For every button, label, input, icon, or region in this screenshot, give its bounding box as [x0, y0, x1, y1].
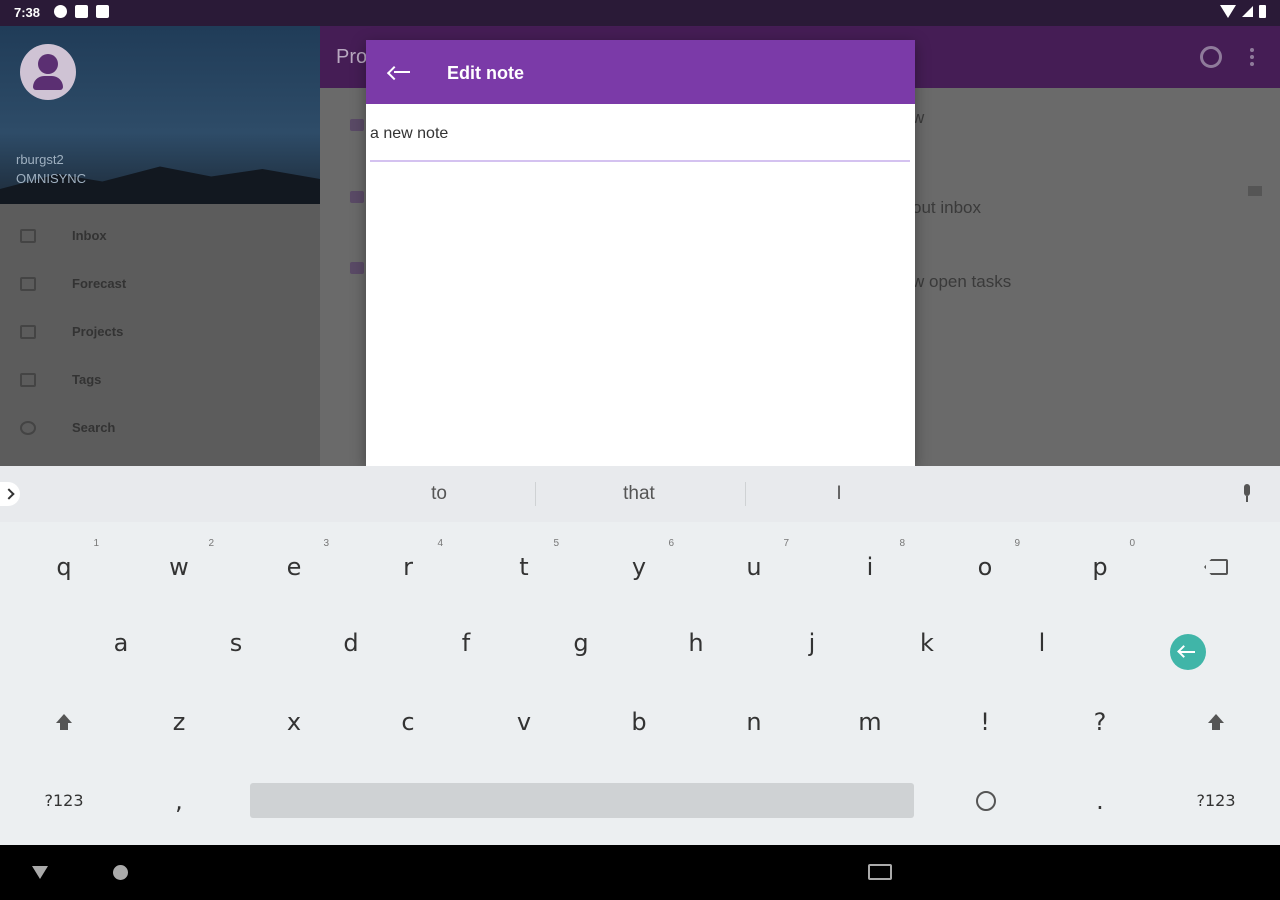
drawer-item-label: Search [72, 420, 116, 435]
cell-signal-icon [1242, 6, 1253, 17]
account-server: OMNISYNC [16, 171, 87, 186]
key-f[interactable]: f [411, 608, 521, 678]
folder-icon [350, 191, 364, 203]
nav-home-icon[interactable] [113, 865, 128, 880]
folder-icon [350, 119, 364, 131]
key-e[interactable]: e3 [239, 532, 349, 602]
key-i[interactable]: i8 [815, 532, 925, 602]
key-m[interactable]: m [815, 687, 925, 757]
shift-icon[interactable] [55, 714, 73, 732]
drawer-item-label: Projects [72, 324, 124, 339]
suggestion-item[interactable]: I [769, 483, 909, 505]
key-k[interactable]: k [872, 608, 982, 678]
dialog-title: Edit note [447, 63, 524, 83]
key-b[interactable]: b [584, 687, 694, 757]
settings-notification-icon [54, 5, 67, 18]
drawer-header: rburgst2 OMNISYNC [0, 26, 320, 204]
space-bar[interactable] [250, 783, 914, 818]
status-bar: 7:38 [0, 0, 1280, 26]
key-a[interactable]: a [66, 608, 176, 678]
keyboard-switch-icon[interactable] [868, 864, 892, 880]
key-x[interactable]: x [239, 687, 349, 757]
back-arrow-icon[interactable] [386, 64, 412, 81]
emoji-icon[interactable] [976, 791, 996, 811]
suggestion-item[interactable]: that [569, 483, 709, 505]
drawer-item-projects[interactable]: Projects [0, 309, 320, 357]
key-question[interactable]: ? [1045, 687, 1155, 757]
status-system-icons [1220, 5, 1266, 18]
nav-back-icon[interactable] [32, 866, 48, 879]
drawer-item-tags[interactable]: Tags [0, 357, 320, 405]
key-d[interactable]: d [296, 608, 406, 678]
project-row-title: w open tasks [912, 272, 1012, 291]
app-notification-icon [75, 5, 88, 18]
key-u[interactable]: u7 [699, 532, 809, 602]
search-icon [20, 421, 36, 435]
key-comma[interactable]: , [124, 766, 234, 836]
projects-icon [20, 325, 36, 339]
note-input[interactable] [370, 118, 910, 162]
project-row-title: out inbox [912, 198, 981, 217]
drawer-item-label: Inbox [72, 228, 107, 243]
key-s[interactable]: s [181, 608, 291, 678]
avatar-head [38, 54, 58, 74]
enter-key-icon[interactable] [1170, 634, 1206, 670]
key-r[interactable]: r4 [353, 532, 463, 602]
calendar-icon [20, 277, 36, 291]
suggestion-divider [535, 482, 536, 506]
sync-icon[interactable] [1200, 46, 1222, 68]
battery-icon [1259, 5, 1266, 18]
key-t[interactable]: t5 [469, 532, 579, 602]
note-icon [1248, 186, 1262, 196]
status-notification-icons [54, 5, 109, 18]
symbols-key[interactable]: ?123 [9, 766, 119, 836]
app-title: Pro [336, 46, 368, 68]
key-p[interactable]: p0 [1045, 532, 1155, 602]
drawer-item-inbox[interactable]: Inbox [0, 213, 320, 261]
drawer-item-label: Forecast [72, 276, 127, 291]
system-nav-bar [0, 845, 1280, 900]
overflow-menu-icon[interactable] [1250, 48, 1254, 66]
key-h[interactable]: h [641, 608, 751, 678]
soft-keyboard: to that I q1 w2 e3 r4 t5 y6 u7 i8 o9 p0 … [0, 466, 1280, 845]
key-z[interactable]: z [124, 687, 234, 757]
key-v[interactable]: v [469, 687, 579, 757]
wifi-icon [1220, 5, 1236, 18]
suggestion-strip: to that I [0, 466, 1280, 522]
microphone-icon[interactable] [1242, 484, 1252, 502]
navigation-drawer: rburgst2 OMNISYNC Inbox Forecast Project… [0, 26, 320, 466]
drawer-item-search[interactable]: Search [0, 405, 320, 453]
key-w[interactable]: w2 [124, 532, 234, 602]
symbols-key[interactable]: ?123 [1161, 766, 1271, 836]
key-y[interactable]: y6 [584, 532, 694, 602]
suggestion-item[interactable]: to [369, 483, 509, 505]
account-name: rburgst2 [16, 152, 64, 167]
key-n[interactable]: n [699, 687, 809, 757]
dialog-toolbar: Edit note [366, 40, 915, 104]
backspace-icon[interactable] [1204, 559, 1228, 575]
key-exclamation[interactable]: ! [930, 687, 1040, 757]
shift-icon[interactable] [1207, 714, 1225, 732]
key-o[interactable]: o9 [930, 532, 1040, 602]
drawer-item-forecast[interactable]: Forecast [0, 261, 320, 309]
key-period[interactable]: . [1045, 766, 1155, 836]
key-l[interactable]: l [987, 608, 1097, 678]
avatar-body [33, 76, 63, 90]
status-time: 7:38 [14, 5, 41, 20]
inbox-icon [20, 229, 36, 243]
edit-note-dialog: Edit note [366, 40, 915, 466]
key-q[interactable]: q1 [9, 532, 119, 602]
suggestion-divider [745, 482, 746, 506]
key-c[interactable]: c [353, 687, 463, 757]
key-g[interactable]: g [526, 608, 636, 678]
avatar[interactable] [20, 44, 76, 100]
tag-icon [20, 373, 36, 387]
expand-toolbar-icon[interactable] [0, 482, 20, 506]
list-icon [350, 262, 364, 274]
sd-card-icon [96, 5, 109, 18]
drawer-item-label: Tags [72, 372, 102, 387]
key-j[interactable]: j [757, 608, 867, 678]
